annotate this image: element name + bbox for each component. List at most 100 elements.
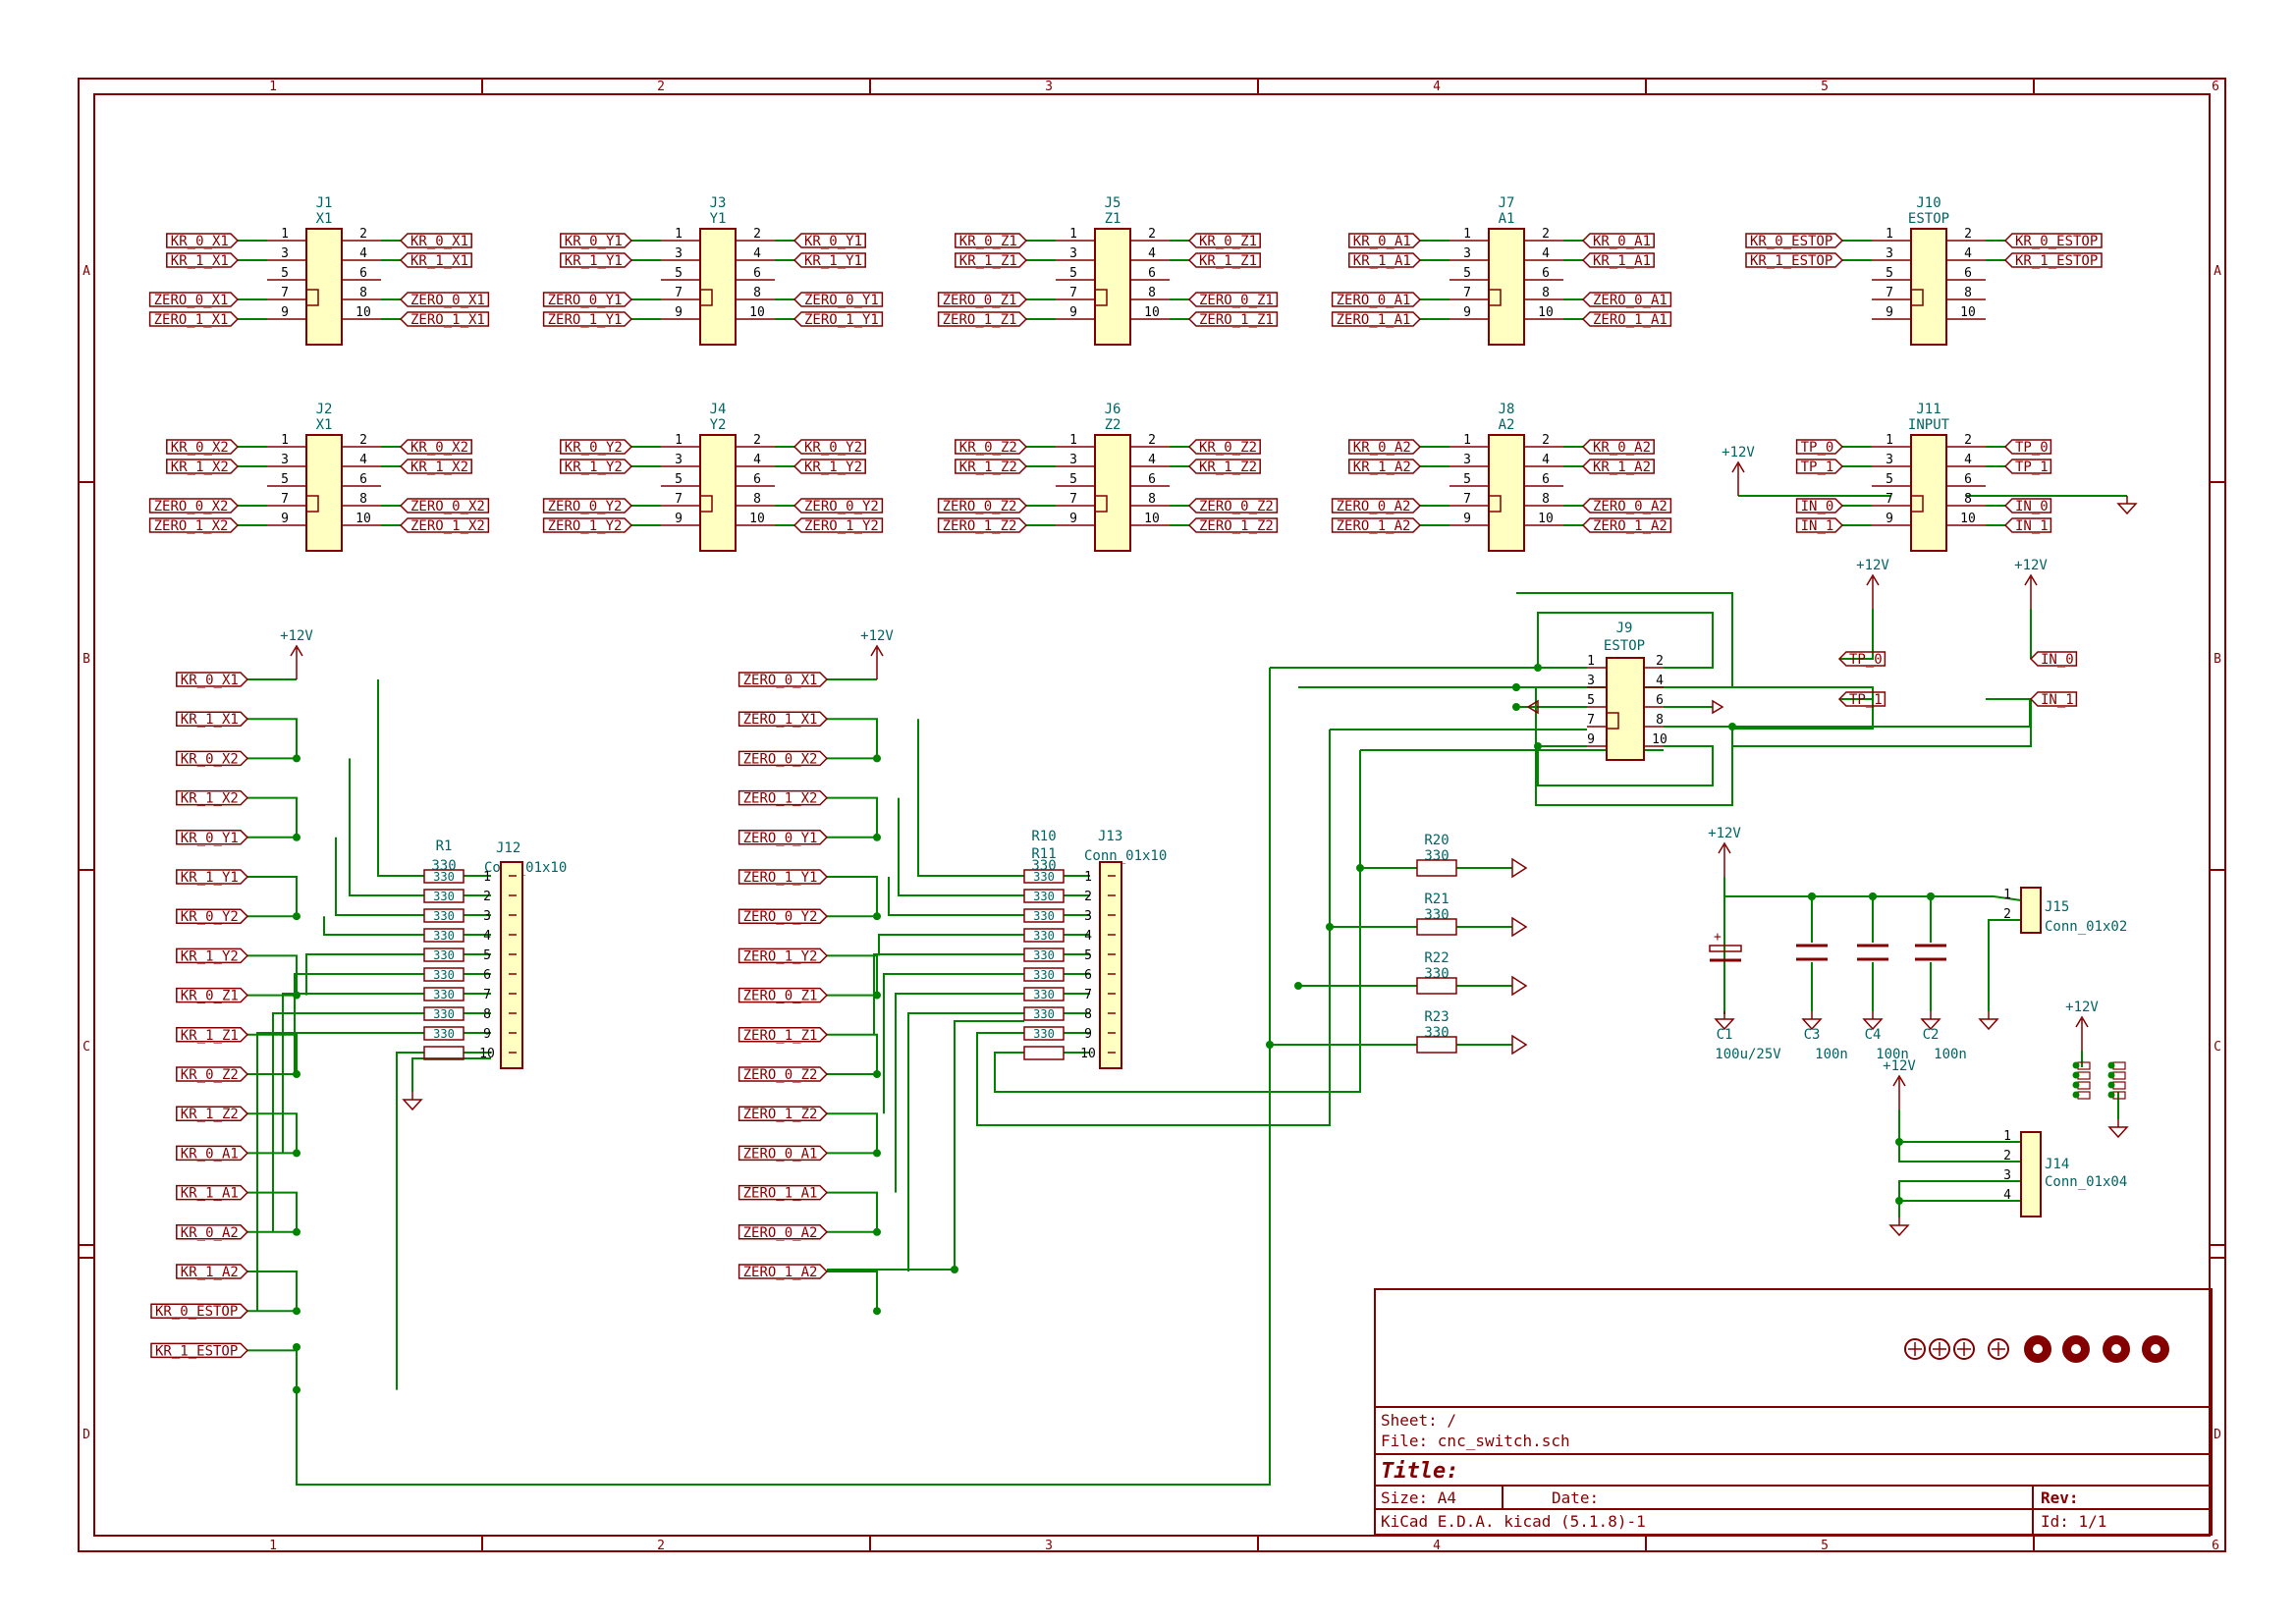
resistor-value: 330 xyxy=(1033,948,1055,962)
wire xyxy=(976,730,1331,1126)
junction-dot xyxy=(1294,982,1302,990)
pin-number: 2 xyxy=(1148,227,1156,242)
pin-number: 2 xyxy=(1656,654,1664,669)
pin-number: 5 xyxy=(1463,266,1471,281)
net-label: ZERO_0_Y1 xyxy=(548,293,623,308)
cap-ref: C1 xyxy=(1717,1027,1733,1043)
pin-number: 10 xyxy=(1144,305,1160,320)
pin-number: 8 xyxy=(1964,492,1972,507)
pin-number: 2 xyxy=(2003,907,2011,922)
connector-value: Conn_01x10 xyxy=(484,860,567,876)
net-label: ZERO_1_X1 xyxy=(743,712,818,728)
wire xyxy=(247,1271,298,1312)
column-label: 1 xyxy=(269,1539,277,1553)
row-label: A xyxy=(2214,264,2221,279)
pin-number: 7 xyxy=(1463,286,1471,300)
net-label: ZERO_0_Z2 xyxy=(743,1067,818,1083)
junction-dot xyxy=(1808,893,1816,900)
connector-value: X1 xyxy=(316,211,333,227)
resistor-value: 330 xyxy=(1031,858,1056,874)
pin-number: 8 xyxy=(1964,286,1972,300)
title-block-border xyxy=(1374,1288,2213,1536)
wire xyxy=(377,679,424,877)
wire xyxy=(827,1191,878,1232)
pin-number: 9 xyxy=(281,305,289,320)
pin-number: 6 xyxy=(753,472,761,487)
wire xyxy=(247,1349,298,1390)
pin-number: 4 xyxy=(359,246,367,261)
net-label: ZERO_0_Y1 xyxy=(743,831,818,846)
junction-dot xyxy=(2107,1091,2115,1099)
pwr-label: +12V xyxy=(2065,1000,2099,1015)
net-label: ZERO_0_X1 xyxy=(743,673,818,688)
connector-ref: J9 xyxy=(1616,621,1633,636)
net-label: KR_1_A1 xyxy=(1353,253,1411,269)
junction-dot xyxy=(873,1307,881,1316)
pin-number: 9 xyxy=(1587,732,1595,747)
pin-number: 1 xyxy=(1084,870,1092,885)
pin-number: 4 xyxy=(1084,929,1092,944)
pin-number: 7 xyxy=(1587,713,1595,728)
resistor-ref: R22 xyxy=(1424,950,1449,966)
row-label: D xyxy=(82,1428,90,1442)
junction-dot xyxy=(1326,923,1334,931)
junction-dot xyxy=(2072,1061,2080,1069)
pin-number: 7 xyxy=(675,492,683,507)
column-label: 3 xyxy=(1045,80,1053,94)
resistor-value: 330 xyxy=(433,948,455,962)
net-label: KR_0_A1 xyxy=(1593,234,1651,249)
pin-number: 8 xyxy=(1656,713,1664,728)
net-label: KR_1_A1 xyxy=(181,1186,239,1202)
net-label: ZERO_0_A1 xyxy=(1593,293,1667,308)
pin-number: 6 xyxy=(359,266,367,281)
net-label: KR_1_ESTOP xyxy=(2015,253,2098,269)
net-label: IN_0 xyxy=(2015,499,2049,514)
net-label: KR_1_X2 xyxy=(181,791,239,807)
net-label: KR_0_ESTOP xyxy=(2015,234,2098,249)
net-label: ZERO_1_Z1 xyxy=(743,1028,818,1044)
pin-number: 6 xyxy=(1542,266,1550,281)
row-label: D xyxy=(2214,1428,2221,1442)
pin-number: 8 xyxy=(1542,286,1550,300)
net-label: ZERO_0_A2 xyxy=(1593,499,1667,514)
wire xyxy=(1898,1109,1992,1163)
pin-number: 2 xyxy=(753,433,761,448)
pad-hole xyxy=(2033,1344,2043,1354)
net-label: ZERO_0_Y1 xyxy=(804,293,879,308)
pin-number: 9 xyxy=(1886,305,1893,320)
resistor-ref: R1 xyxy=(436,839,453,854)
pin-number: 4 xyxy=(1542,453,1550,467)
pin-number: 8 xyxy=(483,1007,491,1022)
net-label: KR_0_X1 xyxy=(410,234,468,249)
net-label: KR_1_Y1 xyxy=(565,253,623,269)
net-label: KR_0_A2 xyxy=(181,1225,239,1241)
connector-ref: J13 xyxy=(1098,829,1122,844)
junction-dot xyxy=(1356,864,1364,872)
ground-symbol xyxy=(2107,1126,2129,1139)
ground-symbol xyxy=(2116,503,2138,515)
wire xyxy=(247,954,298,996)
net-label: KR_1_X1 xyxy=(410,253,468,269)
pin-number: 6 xyxy=(1964,266,1972,281)
pin-number: 3 xyxy=(1069,246,1077,261)
resistor-value: 330 xyxy=(1424,1025,1449,1041)
resistor-body xyxy=(1023,1046,1065,1060)
pin-number: 1 xyxy=(1886,227,1893,242)
wire xyxy=(827,954,878,996)
connector-ref: J8 xyxy=(1499,402,1515,417)
connector-value: Conn_01x04 xyxy=(2045,1174,2127,1190)
pin-number: 4 xyxy=(359,453,367,467)
gnd-arrow xyxy=(1511,1034,1528,1055)
pin-number: 10 xyxy=(1960,512,1976,526)
connector-value: INPUT xyxy=(1908,417,1950,433)
junction-dot xyxy=(1895,1197,1903,1205)
net-label: ZERO_1_X2 xyxy=(743,791,818,807)
pin-number: 10 xyxy=(479,1047,495,1061)
net-label: ZERO_0_Z1 xyxy=(743,989,818,1004)
pin-number: 4 xyxy=(753,453,761,467)
resistor-value: 330 xyxy=(433,1007,455,1021)
ground-symbol xyxy=(1888,1224,1910,1237)
pin-number: 5 xyxy=(1069,472,1077,487)
junction-dot xyxy=(1927,893,1935,900)
net-label: KR_0_A1 xyxy=(181,1146,239,1162)
